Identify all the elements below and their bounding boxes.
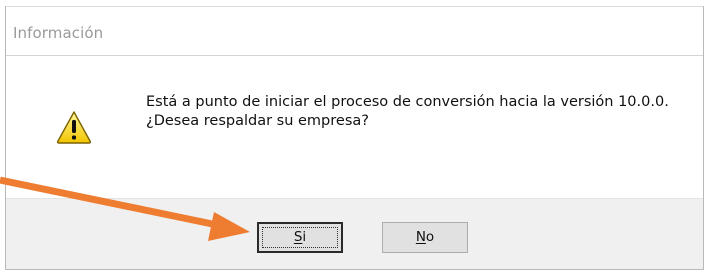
yes-button[interactable]: Si: [257, 222, 343, 253]
message-line-1: Está a punto de iniciar el proceso de co…: [146, 94, 669, 110]
no-label-rest: o: [425, 229, 435, 245]
warning-icon: [56, 111, 92, 144]
no-button[interactable]: No: [382, 222, 468, 253]
yes-mnemonic: S: [293, 229, 303, 245]
button-bar: Si No: [6, 198, 703, 269]
message-line-2: ¿Desea respaldar su empresa?: [146, 113, 369, 129]
dialog-title: Información: [13, 24, 104, 42]
yes-label-rest: i: [302, 229, 307, 245]
information-dialog: Información Está a punto de iniciar el p…: [5, 6, 704, 270]
dialog-title-bar[interactable]: Información: [6, 6, 703, 56]
dialog-content: Está a punto de iniciar el proceso de co…: [6, 56, 703, 198]
no-mnemonic: N: [415, 229, 426, 245]
dialog-message: Está a punto de iniciar el proceso de co…: [146, 93, 669, 131]
